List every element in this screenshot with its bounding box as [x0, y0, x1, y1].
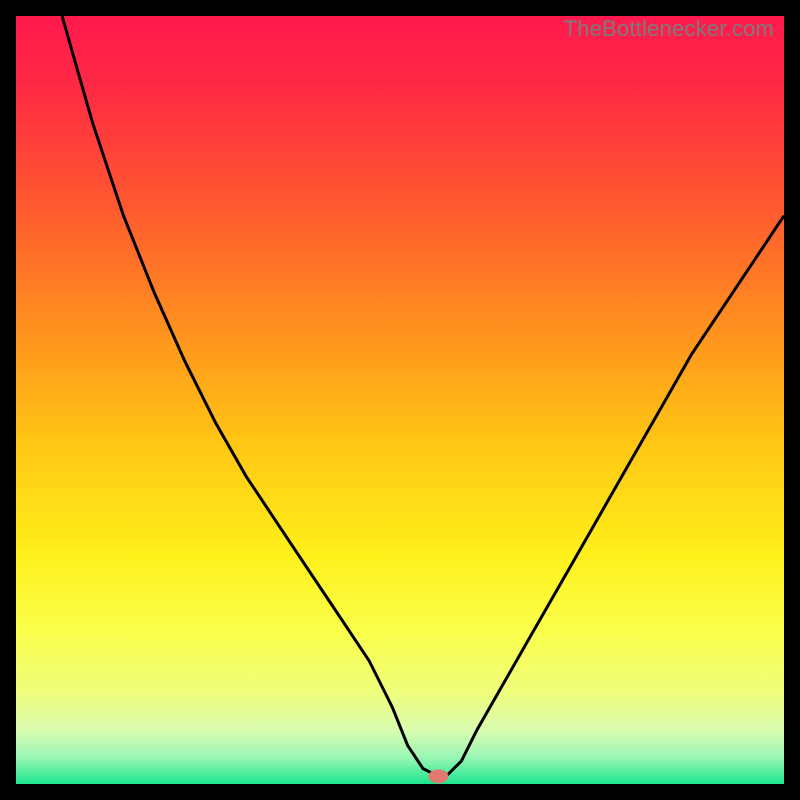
chart-svg [16, 16, 784, 784]
watermark-text: TheBottlenecker.com [564, 16, 774, 42]
optimal-point-marker [428, 769, 448, 783]
gradient-background [16, 16, 784, 784]
chart-frame: TheBottlenecker.com [16, 16, 784, 784]
